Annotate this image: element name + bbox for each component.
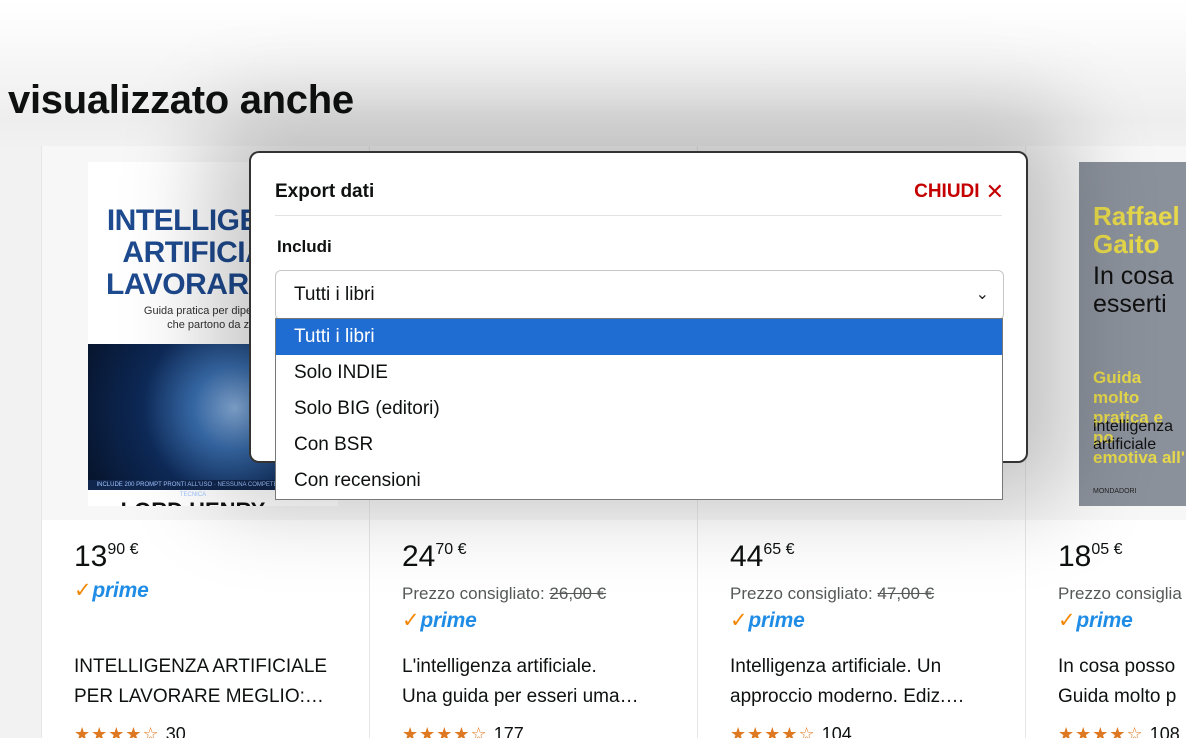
cover-subtitle-line: intelligenza xyxy=(1093,418,1174,435)
price-fraction: 90 € xyxy=(107,541,139,558)
page-header-area xyxy=(0,0,1186,150)
price-fraction: 65 € xyxy=(763,541,795,558)
list-price-label: Prezzo consiglia xyxy=(1058,584,1182,603)
product-title-link[interactable]: Intelligenza artificiale. Un approccio m… xyxy=(730,652,1020,712)
review-count: 30 xyxy=(165,724,186,738)
cover-author: Raffael Gaito xyxy=(1093,202,1180,258)
product-price: 1805 € xyxy=(1058,540,1123,574)
include-label: Includi xyxy=(277,237,332,256)
price-whole: 24 xyxy=(402,540,436,573)
product-rating[interactable]: ★★★★☆ 30 xyxy=(74,724,186,738)
prime-badge: ✓prime xyxy=(730,608,805,633)
product-title-line: Una guida per esseri uma… xyxy=(402,686,639,707)
option-all-books[interactable]: Tutti i libri xyxy=(276,319,1002,355)
include-dropdown[interactable]: Tutti i libri Solo INDIE Solo BIG (edito… xyxy=(275,318,1003,500)
prime-check-icon: ✓ xyxy=(1058,609,1076,632)
star-rating-icon: ★★★★☆ xyxy=(402,724,488,738)
option-with-bsr[interactable]: Con BSR xyxy=(276,427,1002,463)
price-whole: 18 xyxy=(1058,540,1092,573)
cover-tagline-line: Guida molto xyxy=(1093,368,1142,407)
product-rating[interactable]: ★★★★☆ 104 xyxy=(730,724,852,738)
cover-author-line: Raffael xyxy=(1093,201,1180,231)
cover-author: LORD HENRY xyxy=(88,498,298,506)
product-title-line: approccio moderno. Ediz.… xyxy=(730,686,965,707)
price-whole: 13 xyxy=(74,540,108,573)
option-big-publishers[interactable]: Solo BIG (editori) xyxy=(276,391,1002,427)
cover-title-line: In cosa xyxy=(1093,262,1174,290)
cover-publisher: MONDADORI xyxy=(1093,488,1137,495)
modal-title: Export dati xyxy=(275,181,375,202)
price-fraction: 05 € xyxy=(1091,541,1123,558)
cover-area: Raffael Gaito In cosa esserti Guida molto p… xyxy=(1026,146,1186,520)
prime-badge: ✓prime xyxy=(74,578,149,603)
star-rating-icon: ★★★★☆ xyxy=(730,724,816,738)
cover-author-line: Gaito xyxy=(1093,229,1160,259)
prime-check-icon: ✓ xyxy=(402,609,420,632)
product-rating[interactable]: ★★★★☆ 177 xyxy=(402,724,524,738)
modal-divider xyxy=(275,215,1002,216)
prime-badge: ✓prime xyxy=(402,608,477,633)
product-card[interactable]: Raffael Gaito In cosa esserti Guida molto p… xyxy=(1025,146,1186,738)
product-price: 2470 € xyxy=(402,540,467,574)
product-price: 4465 € xyxy=(730,540,795,574)
review-count: 108 xyxy=(1149,724,1180,738)
book-cover[interactable]: Raffael Gaito In cosa esserti Guida molto p… xyxy=(1079,162,1186,506)
list-price: Prezzo consiglia xyxy=(1058,584,1182,604)
product-price: 1390 € xyxy=(74,540,139,574)
product-title-line: L'intelligenza artificiale. xyxy=(402,656,597,677)
section-title: visualizzato anche xyxy=(8,78,354,122)
product-title-line: INTELLIGENZA ARTIFICIALE xyxy=(74,656,328,677)
cover-band: INCLUDE 200 PROMPT PRONTI ALL'USO · NESS… xyxy=(88,480,298,498)
product-title-line: Guida molto p xyxy=(1058,686,1177,707)
list-price: Prezzo consigliato: 26,00 € xyxy=(402,584,606,604)
prime-label: prime xyxy=(1076,609,1133,632)
review-count: 177 xyxy=(493,724,524,738)
list-price-value: 47,00 € xyxy=(877,584,935,603)
list-price-label: Prezzo consigliato: xyxy=(730,584,878,603)
prime-check-icon: ✓ xyxy=(74,579,92,602)
select-value: Tutti i libri xyxy=(294,284,375,305)
close-icon: ✕ xyxy=(985,179,1004,204)
include-select[interactable]: Tutti i libri ⌄ xyxy=(275,270,1004,320)
star-rating-icon: ★★★★☆ xyxy=(74,724,160,738)
product-rating[interactable]: ★★★★☆ 108 xyxy=(1058,724,1180,738)
cover-subtitle-line: artificiale xyxy=(1093,436,1157,453)
product-title-line: Intelligenza artificiale. Un xyxy=(730,656,942,677)
review-count: 104 xyxy=(821,724,852,738)
price-fraction: 70 € xyxy=(435,541,467,558)
list-price-value: 26,00 € xyxy=(549,584,607,603)
chevron-down-icon: ⌄ xyxy=(975,286,989,303)
option-indie[interactable]: Solo INDIE xyxy=(276,355,1002,391)
product-title-link[interactable]: In cosa posso Guida molto p xyxy=(1058,652,1186,712)
prime-label: prime xyxy=(92,579,149,602)
product-title-line: PER LAVORARE MEGLIO:… xyxy=(74,686,324,707)
close-label: CHIUDI xyxy=(914,181,980,202)
cover-title: In cosa esserti xyxy=(1093,262,1174,318)
product-title-line: In cosa posso xyxy=(1058,656,1176,677)
option-with-reviews[interactable]: Con recensioni xyxy=(276,463,1002,499)
star-rating-icon: ★★★★☆ xyxy=(1058,724,1144,738)
list-price: Prezzo consigliato: 47,00 € xyxy=(730,584,934,604)
prime-label: prime xyxy=(748,609,805,632)
prime-check-icon: ✓ xyxy=(730,609,748,632)
prime-label: prime xyxy=(420,609,477,632)
product-title-link[interactable]: L'intelligenza artificiale. Una guida pe… xyxy=(402,652,692,712)
cover-title-line: esserti xyxy=(1093,290,1167,318)
close-button[interactable]: CHIUDI ✕ xyxy=(914,181,1004,203)
cover-subtitle: intelligenza artificiale xyxy=(1093,418,1173,454)
prime-badge: ✓prime xyxy=(1058,608,1133,633)
list-price-label: Prezzo consigliato: xyxy=(402,584,550,603)
price-whole: 44 xyxy=(730,540,764,573)
product-title-link[interactable]: INTELLIGENZA ARTIFICIALE PER LAVORARE ME… xyxy=(74,652,364,712)
